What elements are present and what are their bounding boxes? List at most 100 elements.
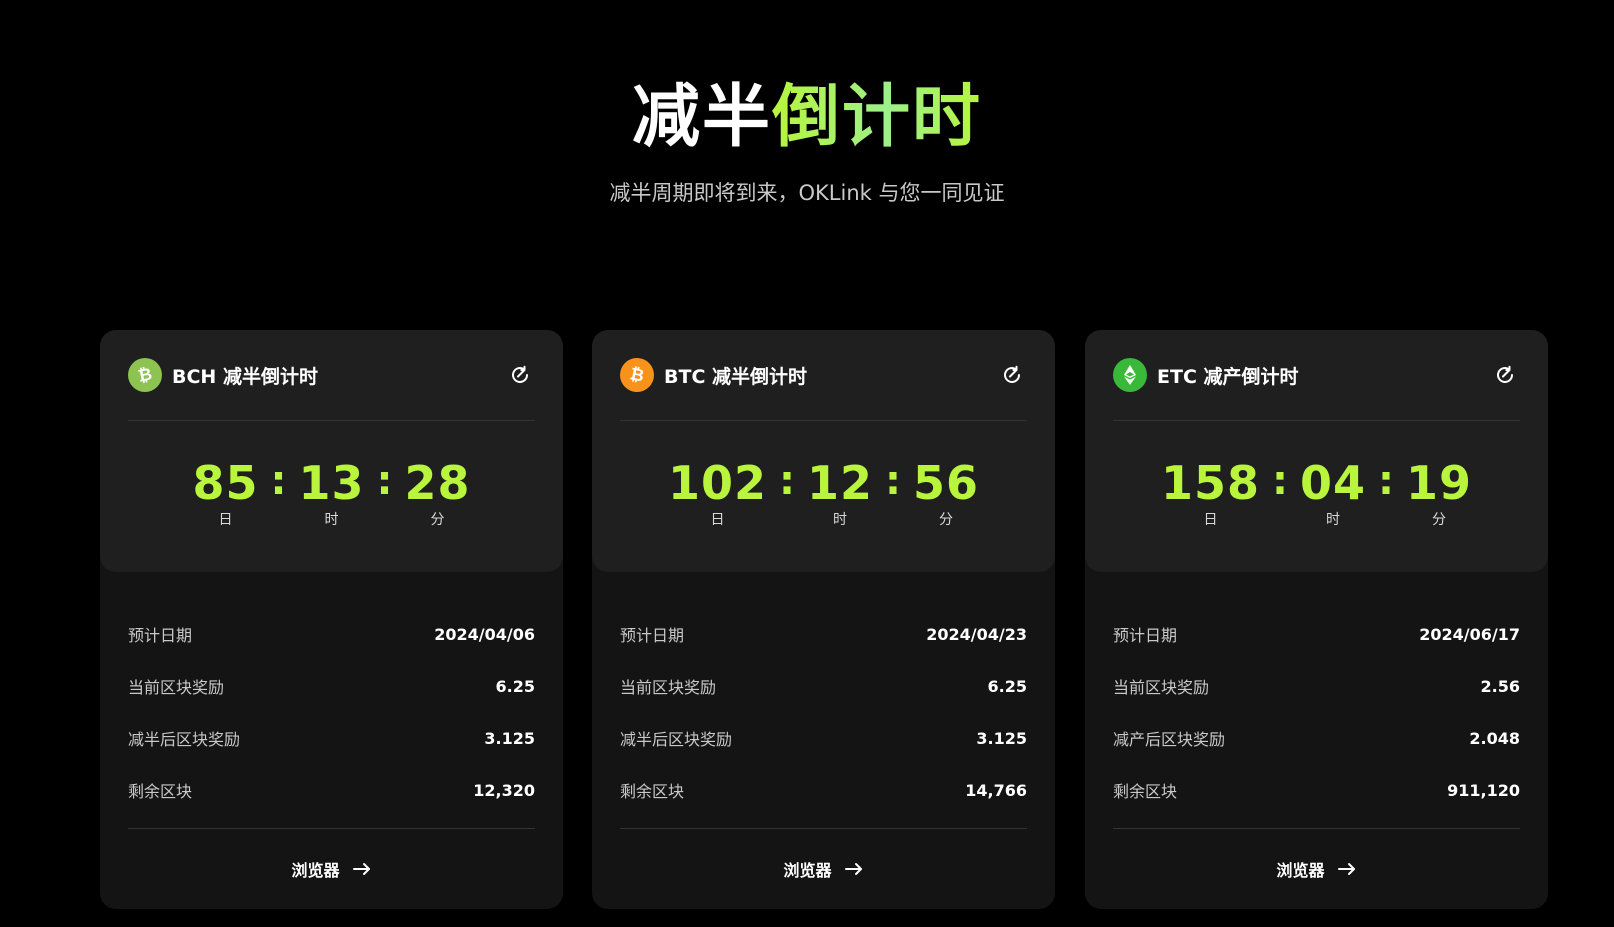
explorer-link[interactable]: 浏览器 — [592, 857, 1055, 881]
hours-label: 时 — [1326, 512, 1340, 528]
info-value: 2024/04/06 — [434, 624, 535, 644]
info-row-current-reward: 当前区块奖励 2.56 — [1113, 660, 1520, 712]
etc-reduction-card: ETC 减产倒计时 158 日 : 04 时: 19 分 预计日期 2024/… — [1085, 330, 1548, 909]
countdown-minutes: 56 分 — [913, 458, 979, 529]
info-value: 2.56 — [1480, 676, 1520, 696]
halving-info-list: 预计日期 2024/04/23 当前区块奖励 6.25 减半后区块奖励 3.12… — [620, 608, 1027, 816]
info-value: 6.25 — [987, 676, 1027, 696]
countdown-days: 102 日 — [668, 458, 767, 529]
btc-halving-card: ₿ BTC 减半倒计时 102 日 : 12 时: 56 分 预计日期 202… — [592, 330, 1055, 909]
explorer-link-label: 浏览器 — [783, 861, 832, 880]
info-row-post-halving-reward: 减半后区块奖励 3.125 — [620, 712, 1027, 764]
info-row-current-reward: 当前区块奖励 6.25 — [620, 660, 1027, 712]
info-label: 当前区块奖励 — [128, 678, 225, 697]
info-label: 预计日期 — [128, 626, 193, 645]
refresh-icon[interactable] — [1492, 362, 1518, 388]
info-label: 当前区块奖励 — [1113, 678, 1210, 697]
info-value: 2024/06/17 — [1419, 624, 1520, 644]
footer-divider — [1113, 828, 1520, 829]
info-label: 剩余区块 — [128, 782, 193, 801]
countdown-minutes: 19 分 — [1406, 458, 1472, 529]
countdown-hours: 04 时 — [1300, 458, 1366, 529]
days-value: 158 — [1160, 456, 1260, 510]
info-label: 减半后区块奖励 — [620, 730, 733, 749]
countdown-separator: : — [270, 458, 287, 504]
ethereum-classic-icon — [1113, 358, 1147, 392]
minutes-label: 分 — [1432, 512, 1447, 528]
footer-divider — [128, 828, 535, 829]
hours-value: 12 — [807, 456, 874, 510]
info-value: 2024/04/23 — [926, 624, 1027, 644]
info-value: 3.125 — [976, 728, 1027, 748]
header-divider — [1113, 420, 1520, 421]
countdown-separator: : — [779, 458, 795, 504]
info-row-expected-date: 预计日期 2024/04/23 — [620, 608, 1027, 660]
info-label: 减半后区块奖励 — [128, 730, 241, 749]
countdown-separator: : — [885, 458, 902, 504]
info-label: 当前区块奖励 — [620, 678, 717, 697]
minutes-value: 28 — [404, 456, 471, 510]
refresh-icon[interactable] — [507, 362, 533, 388]
info-value: 911,120 — [1447, 780, 1520, 800]
info-value: 14,766 — [965, 780, 1027, 800]
info-label: 剩余区块 — [620, 782, 685, 801]
info-value: 6.25 — [495, 676, 535, 696]
explorer-link[interactable]: 浏览器 — [100, 857, 563, 881]
card-header: ₿ BCH 减半倒计时 — [128, 358, 535, 392]
countdown-separator: : — [1272, 458, 1288, 504]
reduction-info-list: 预计日期 2024/06/17 当前区块奖励 2.56 减产后区块奖励 2.04… — [1113, 608, 1520, 816]
explorer-link-label: 浏览器 — [1276, 861, 1325, 880]
arrow-right-icon — [352, 862, 372, 876]
info-row-post-reduction-reward: 减产后区块奖励 2.048 — [1113, 712, 1520, 764]
info-row-post-halving-reward: 减半后区块奖励 3.125 — [128, 712, 535, 764]
hours-label: 时 — [833, 512, 847, 528]
svg-text:₿: ₿ — [136, 365, 154, 385]
bitcoin-cash-icon: ₿ — [128, 358, 162, 392]
card-title: BCH 减半倒计时 — [172, 365, 318, 388]
card-top-panel: ₿ BCH 减半倒计时 85 日 : 13 时: 28 分 — [100, 330, 563, 572]
countdown-separator: : — [1378, 458, 1395, 504]
explorer-link[interactable]: 浏览器 — [1085, 857, 1548, 881]
header-divider — [620, 420, 1027, 421]
page-title-part2: 倒计时 — [772, 78, 983, 157]
days-label: 日 — [1203, 512, 1218, 528]
countdown-minutes: 28 分 — [405, 458, 471, 529]
info-row-remaining-blocks: 剩余区块 14,766 — [620, 764, 1027, 816]
days-value: 102 — [667, 456, 767, 510]
info-row-current-reward: 当前区块奖励 6.25 — [128, 660, 535, 712]
hours-label: 时 — [324, 512, 339, 528]
countdown-hours: 12 时 — [807, 458, 873, 529]
arrow-right-icon — [844, 862, 864, 876]
countdown-timer: 102 日 : 12 时 : 56 分 — [592, 458, 1055, 529]
bitcoin-icon: ₿ — [620, 358, 654, 392]
footer-divider — [620, 828, 1027, 829]
countdown-timer: 85 日 : 13 时 : 28 分 — [100, 458, 563, 529]
minutes-value: 19 — [1406, 456, 1473, 510]
days-label: 日 — [218, 512, 233, 528]
info-row-remaining-blocks: 剩余区块 12,320 — [128, 764, 535, 816]
countdown-separator: : — [376, 458, 393, 504]
card-top-panel: ₿ BTC 减半倒计时 102 日 : 12 时: 56 分 — [592, 330, 1055, 572]
info-value: 12,320 — [473, 780, 535, 800]
page-subtitle: 减半周期即将到来，OKLink 与您一同见证 — [609, 181, 1005, 205]
svg-text:₿: ₿ — [628, 365, 646, 385]
minutes-label: 分 — [430, 512, 445, 528]
hours-value: 04 — [1300, 456, 1367, 510]
refresh-icon[interactable] — [999, 362, 1025, 388]
card-top-panel: ETC 减产倒计时 158 日 : 04 时: 19 分 — [1085, 330, 1548, 572]
arrow-right-icon — [1337, 862, 1357, 876]
header-divider — [128, 420, 535, 421]
info-label: 预计日期 — [620, 626, 685, 645]
info-label: 预计日期 — [1113, 626, 1178, 645]
halving-info-list: 预计日期 2024/04/06 当前区块奖励 6.25 减半后区块奖励 3.12… — [128, 608, 535, 816]
info-label: 剩余区块 — [1113, 782, 1178, 801]
countdown-hours: 13 时 — [298, 458, 364, 529]
info-label: 减产后区块奖励 — [1113, 730, 1226, 749]
page-title-part1: 减半 — [631, 78, 772, 157]
countdown-timer: 158 日 : 04 时 : 19 分 — [1085, 458, 1548, 529]
card-title: ETC 减产倒计时 — [1157, 365, 1299, 388]
countdown-days: 85 日 — [192, 458, 258, 529]
page-title: 减半倒计时 — [0, 70, 1614, 166]
countdown-days: 158 日 — [1161, 458, 1260, 529]
hours-value: 13 — [298, 456, 365, 510]
